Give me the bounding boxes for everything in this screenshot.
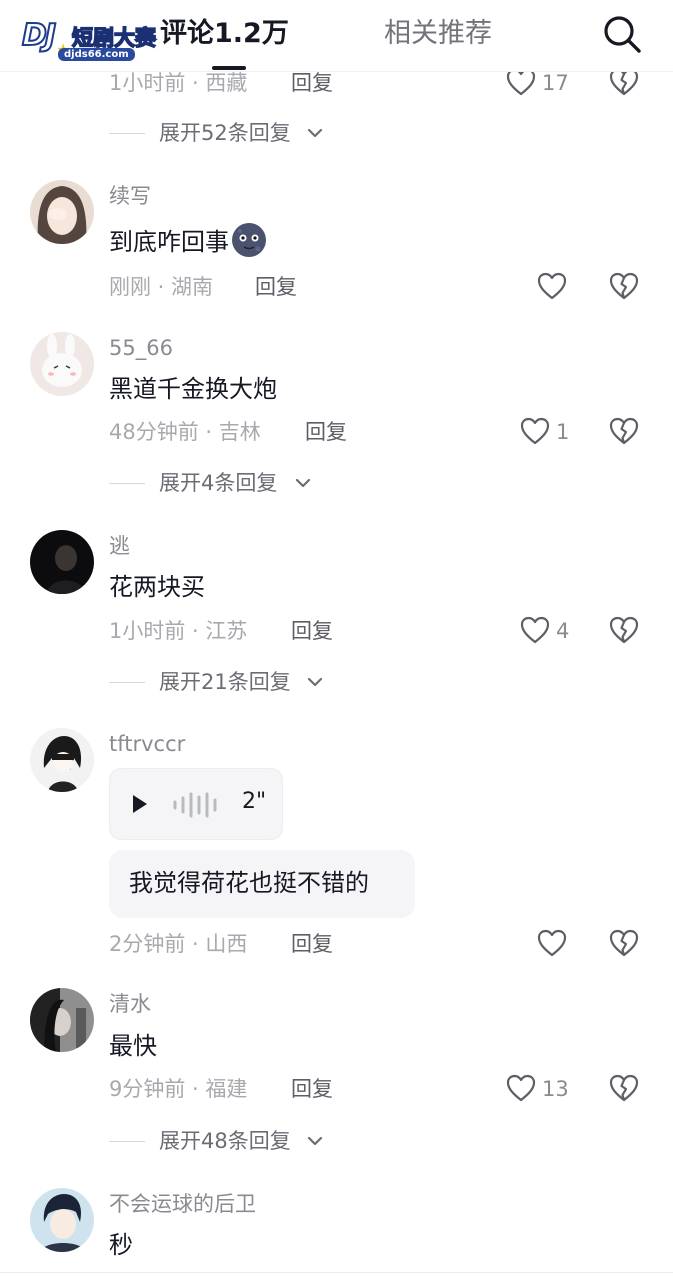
like-count: 1 xyxy=(556,420,570,444)
chevron-down-icon xyxy=(307,127,323,139)
watermark-logo: DJ ★ 短剧大赛 djds66.com xyxy=(20,17,170,61)
divider-line xyxy=(109,133,145,134)
avatar[interactable] xyxy=(30,988,94,1052)
broken-heart-icon[interactable] xyxy=(609,616,639,644)
comment-text: 最快 xyxy=(109,1032,157,1060)
heart-icon[interactable] xyxy=(506,68,536,96)
avatar[interactable] xyxy=(30,530,94,594)
username[interactable]: 续写 xyxy=(109,182,151,210)
comment-text: 我觉得荷花也挺不错的 xyxy=(129,869,369,897)
reply-button[interactable]: 回复 xyxy=(255,272,297,302)
comment-meta: 1小时前 · 西藏 xyxy=(109,71,248,95)
heart-icon[interactable] xyxy=(520,616,550,644)
active-tab-indicator xyxy=(212,66,246,70)
comment-text: 黑道千金换大炮 xyxy=(109,375,277,403)
voice-message[interactable]: 2" xyxy=(109,768,283,840)
reply-button[interactable]: 回复 xyxy=(305,417,347,447)
heart-icon[interactable] xyxy=(537,272,567,300)
tab-comments[interactable]: 评论1.2万 xyxy=(160,14,289,54)
heart-icon[interactable] xyxy=(506,1074,536,1102)
reply-button[interactable]: 回复 xyxy=(291,68,333,98)
divider-line xyxy=(109,682,145,683)
search-icon[interactable] xyxy=(600,12,644,56)
logo-dj-text: DJ xyxy=(21,17,57,54)
chevron-down-icon xyxy=(307,676,323,688)
broken-heart-icon[interactable] xyxy=(609,929,639,957)
username[interactable]: 逃 xyxy=(109,532,130,560)
logo-url: djds66.com xyxy=(58,48,135,61)
comment-meta: 刚刚 · 湖南 xyxy=(109,275,214,299)
like-count: 17 xyxy=(542,71,569,95)
username[interactable]: 55_66 xyxy=(109,334,173,362)
chevron-down-icon xyxy=(307,1135,323,1147)
moon-emoji-icon xyxy=(232,223,266,257)
comments-screen: DJ ★ 短剧大赛 djds66.com 评论1.2万 相关推荐 1小时前 · … xyxy=(0,0,673,1280)
comment-text-body: 到底咋回事 xyxy=(109,228,229,256)
avatar[interactable] xyxy=(30,728,94,792)
expand-replies-label: 展开4条回复 xyxy=(159,471,278,495)
heart-icon[interactable] xyxy=(520,417,550,445)
divider-line xyxy=(109,483,145,484)
username[interactable]: 不会运球的后卫 xyxy=(109,1190,256,1218)
comment-text: 花两块买 xyxy=(109,573,205,601)
expand-replies-label: 展开48条回复 xyxy=(159,1129,291,1153)
username[interactable]: tftrvccr xyxy=(109,730,185,758)
broken-heart-icon[interactable] xyxy=(609,417,639,445)
broken-heart-icon[interactable] xyxy=(609,68,639,96)
comment-meta: 2分钟前 · 山西 xyxy=(109,932,248,956)
comment-text: 秒 xyxy=(109,1231,133,1259)
broken-heart-icon[interactable] xyxy=(609,272,639,300)
comments-header: DJ ★ 短剧大赛 djds66.com 评论1.2万 相关推荐 xyxy=(0,0,673,72)
comment-meta: 48分钟前 · 吉林 xyxy=(109,420,261,444)
bottom-divider xyxy=(0,1272,673,1273)
voice-duration: 2" xyxy=(242,789,267,814)
divider-line xyxy=(109,1141,145,1142)
like-count: 4 xyxy=(556,619,570,643)
comment-text: 到底咋回事 xyxy=(109,222,267,259)
chevron-down-icon xyxy=(295,477,311,489)
expand-replies-label: 展开21条回复 xyxy=(159,670,291,694)
comment-meta: 9分钟前 · 福建 xyxy=(109,1077,248,1101)
username[interactable]: 清水 xyxy=(109,990,151,1018)
reply-button[interactable]: 回复 xyxy=(291,616,333,646)
comment-text-bubble: 我觉得荷花也挺不错的 xyxy=(109,850,415,918)
play-icon[interactable] xyxy=(130,793,150,815)
comment-meta: 1小时前 · 江苏 xyxy=(109,619,248,643)
avatar[interactable] xyxy=(30,332,94,396)
tab-related[interactable]: 相关推荐 xyxy=(384,14,492,54)
broken-heart-icon[interactable] xyxy=(609,1074,639,1102)
reply-button[interactable]: 回复 xyxy=(291,1074,333,1104)
like-count: 13 xyxy=(542,1077,569,1101)
waveform-icon xyxy=(173,792,217,818)
avatar[interactable] xyxy=(30,180,94,244)
avatar[interactable] xyxy=(30,1188,94,1252)
heart-icon[interactable] xyxy=(537,929,567,957)
expand-replies-label: 展开52条回复 xyxy=(159,121,291,145)
reply-button[interactable]: 回复 xyxy=(291,929,333,959)
